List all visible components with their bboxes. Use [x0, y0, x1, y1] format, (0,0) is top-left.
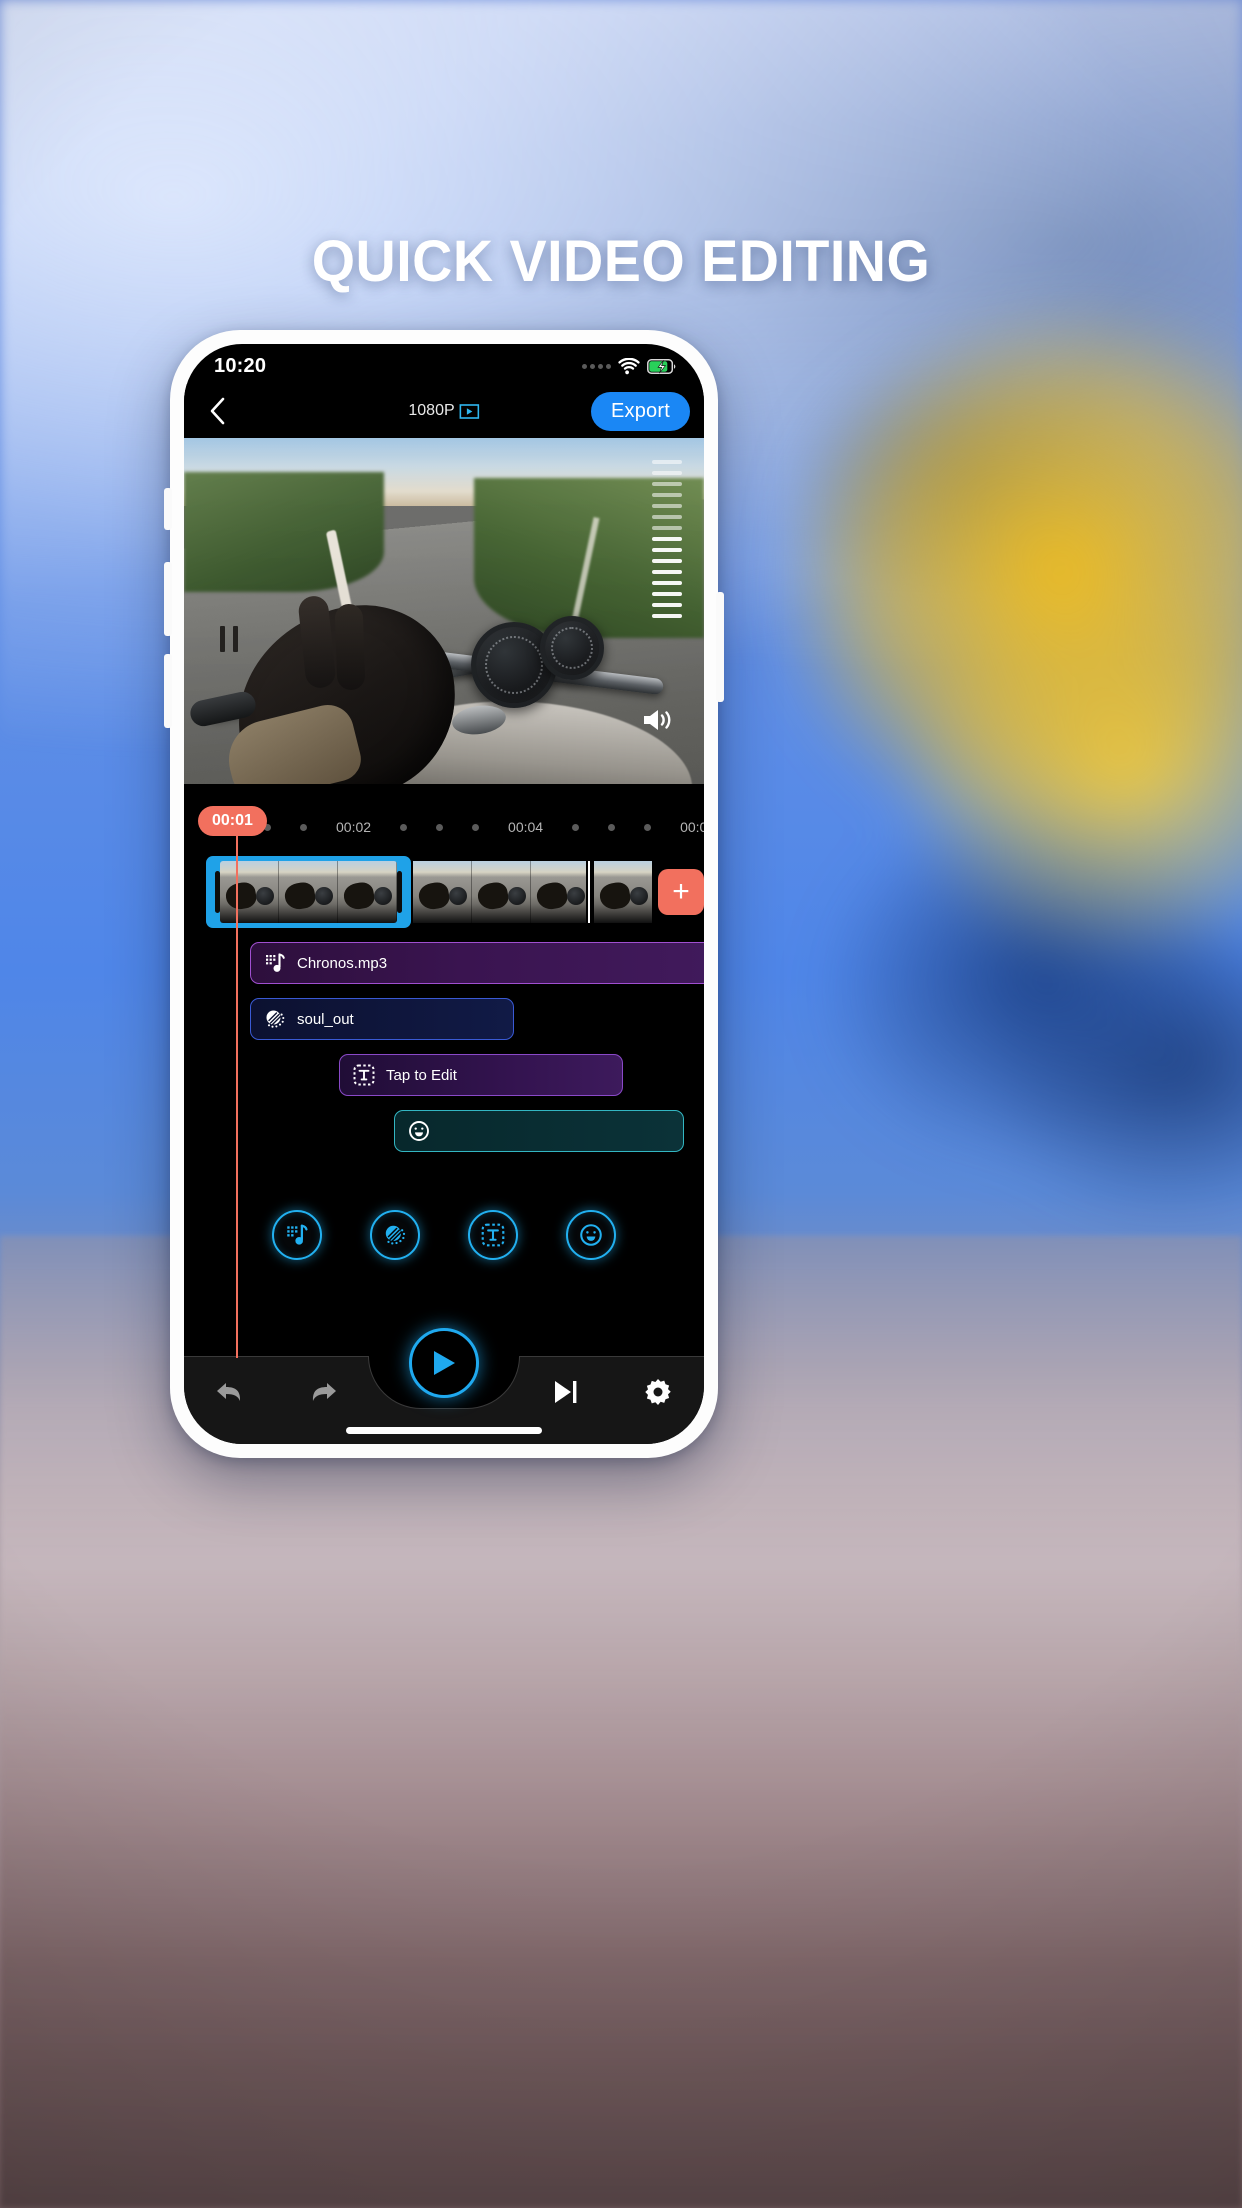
text-t-icon: [352, 1063, 376, 1087]
power-button[interactable]: [716, 592, 724, 702]
next-frame-button[interactable]: [519, 1378, 612, 1424]
next-clip[interactable]: [413, 861, 586, 923]
music-note-icon: [284, 1222, 310, 1248]
phone-screen: 10:20 1080P Export 00:02 00:04 00:0 00:0…: [184, 344, 704, 1444]
chevron-left-icon: [209, 397, 226, 425]
redo-button[interactable]: [277, 1377, 370, 1425]
filmstrip-frame: [338, 861, 397, 923]
filmstrip-frame: [220, 861, 279, 923]
ruler-tick: [300, 824, 307, 831]
wifi-icon: [618, 358, 640, 375]
playhead-line[interactable]: [236, 836, 238, 1358]
music-note-icon: [263, 951, 287, 975]
trailing-clip[interactable]: [594, 861, 652, 923]
smiley-icon: [407, 1119, 431, 1143]
track-label: Chronos.mp3: [297, 955, 387, 972]
ruler-tick: [472, 824, 479, 831]
text-t-icon: [480, 1222, 506, 1248]
sound-effect-icon: [263, 1007, 287, 1031]
track-text[interactable]: Tap to Edit: [339, 1054, 623, 1096]
track-sound-effect[interactable]: soul_out: [250, 998, 514, 1040]
ruler-tick: [436, 824, 443, 831]
editor-top-bar: 1080P Export: [184, 384, 704, 438]
ruler-tick: [400, 824, 407, 831]
timeline-editor: 00:02 00:04 00:05 00:01: [184, 784, 704, 1444]
quality-label: 1080P: [408, 402, 454, 420]
track-sticker[interactable]: [394, 1110, 684, 1152]
export-button[interactable]: Export: [591, 392, 690, 431]
next-frame-icon: [550, 1378, 580, 1406]
undo-button[interactable]: [184, 1377, 277, 1425]
signal-dots-icon: [582, 364, 611, 369]
status-bar: 10:20: [184, 344, 704, 384]
video-preview[interactable]: [184, 438, 704, 784]
filmstrip-frame: [413, 861, 472, 923]
status-time: 10:20: [214, 355, 266, 378]
ruler-tick: [608, 824, 615, 831]
track-label: Tap to Edit: [386, 1067, 457, 1084]
page-title: QUICK VIDEO EDITING: [25, 228, 1217, 295]
add-clip-button[interactable]: +: [658, 869, 704, 915]
pause-icon[interactable]: [220, 626, 238, 652]
vertical-ruler-icon[interactable]: [652, 460, 682, 618]
phone-mockup: 10:20 1080P Export 00:02 00:04 00:0 00:0…: [170, 330, 718, 1458]
tool-music-button[interactable]: [272, 1210, 322, 1260]
volume-icon[interactable]: [640, 706, 674, 739]
track-music[interactable]: Chronos.mp3: [250, 942, 704, 984]
quality-selector[interactable]: 1080P: [408, 402, 479, 420]
ruler-label: 00:02: [336, 819, 371, 835]
play-icon: [431, 1349, 457, 1377]
home-indicator[interactable]: [346, 1427, 542, 1434]
settings-button[interactable]: [612, 1377, 705, 1425]
tool-sound-effect-button[interactable]: [370, 1210, 420, 1260]
clip-trim-handle-right[interactable]: [397, 871, 402, 913]
filmstrip-frame: [279, 861, 338, 923]
track-label: soul_out: [297, 1011, 354, 1028]
gear-icon: [643, 1377, 673, 1407]
silent-switch[interactable]: [164, 488, 172, 530]
video-frame-image: [184, 438, 704, 784]
tool-buttons: [184, 1210, 704, 1260]
clip-frames: [220, 861, 397, 923]
status-indicators: [582, 358, 676, 375]
filmstrip-frame: [531, 861, 586, 923]
filmstrip-frame: [472, 861, 531, 923]
promo-stage: QUICK VIDEO EDITING 10:20 1080P Export 0…: [0, 0, 1242, 2208]
video-filmstrip[interactable]: +: [206, 856, 704, 928]
sound-effect-icon: [382, 1222, 408, 1248]
tool-text-button[interactable]: [468, 1210, 518, 1260]
filmstrip-frame: [594, 861, 652, 923]
redo-icon: [306, 1377, 340, 1407]
playhead-time-badge[interactable]: 00:01: [198, 806, 267, 836]
ruler-label: 00:04: [508, 819, 543, 835]
ruler-label: 00:05: [680, 819, 704, 835]
play-button[interactable]: [409, 1328, 479, 1398]
clip-divider: [588, 861, 590, 923]
volume-down-button[interactable]: [164, 654, 172, 728]
volume-up-button[interactable]: [164, 562, 172, 636]
undo-icon: [213, 1377, 247, 1407]
ruler-tick: [572, 824, 579, 831]
tool-sticker-button[interactable]: [566, 1210, 616, 1260]
back-button[interactable]: [200, 394, 234, 428]
video-quality-icon: [460, 404, 480, 419]
smiley-icon: [578, 1222, 604, 1248]
battery-charging-icon: [647, 359, 676, 374]
ruler-tick: [644, 824, 651, 831]
